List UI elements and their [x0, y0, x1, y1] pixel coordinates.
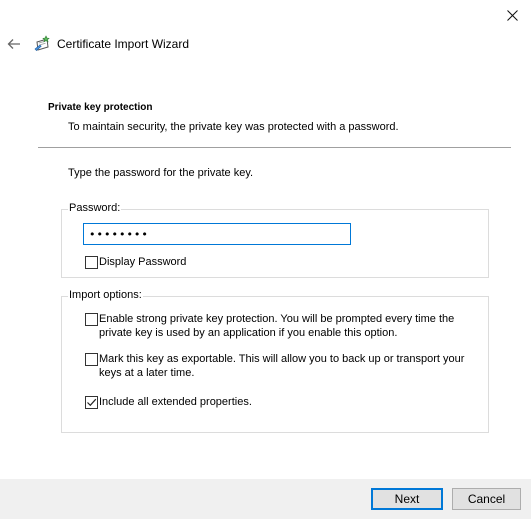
exportable-checkbox[interactable]: [85, 353, 98, 366]
extended-properties-checkbox[interactable]: [85, 396, 98, 409]
back-arrow-icon: [7, 39, 20, 49]
password-group-label: Password:: [68, 202, 122, 214]
strong-protection-label: Enable strong private key protection. Yo…: [99, 312, 454, 340]
import-options-label: Import options:: [68, 289, 143, 301]
display-password-checkbox[interactable]: [85, 256, 98, 269]
exportable-line2: keys at a later time.: [99, 367, 195, 379]
strong-protection-line1: Enable strong private key protection. Yo…: [99, 313, 455, 325]
instruction-text: Type the password for the private key.: [68, 167, 254, 179]
exportable-line1: Mark this key as exportable. This will a…: [99, 353, 465, 365]
certificate-wizard-icon: [34, 35, 52, 53]
section-description: To maintain security, the private key wa…: [68, 121, 399, 133]
password-input[interactable]: [83, 223, 351, 245]
window-title: Certificate Import Wizard: [57, 37, 190, 51]
strong-protection-checkbox[interactable]: [85, 313, 98, 326]
back-button[interactable]: [4, 34, 24, 54]
close-button[interactable]: [494, 0, 531, 30]
checkmark-icon: [87, 398, 97, 407]
section-heading: Private key protection: [48, 102, 153, 113]
header-separator: [38, 147, 511, 148]
display-password-label: Display Password: [99, 256, 187, 268]
close-icon: [507, 9, 518, 21]
strong-protection-line2: private key is used by an application if…: [99, 327, 398, 339]
extended-properties-label: Include all extended properties.: [99, 396, 252, 408]
exportable-label: Mark this key as exportable. This will a…: [99, 352, 464, 380]
next-button[interactable]: Next: [371, 488, 443, 510]
cancel-button[interactable]: Cancel: [452, 488, 521, 510]
